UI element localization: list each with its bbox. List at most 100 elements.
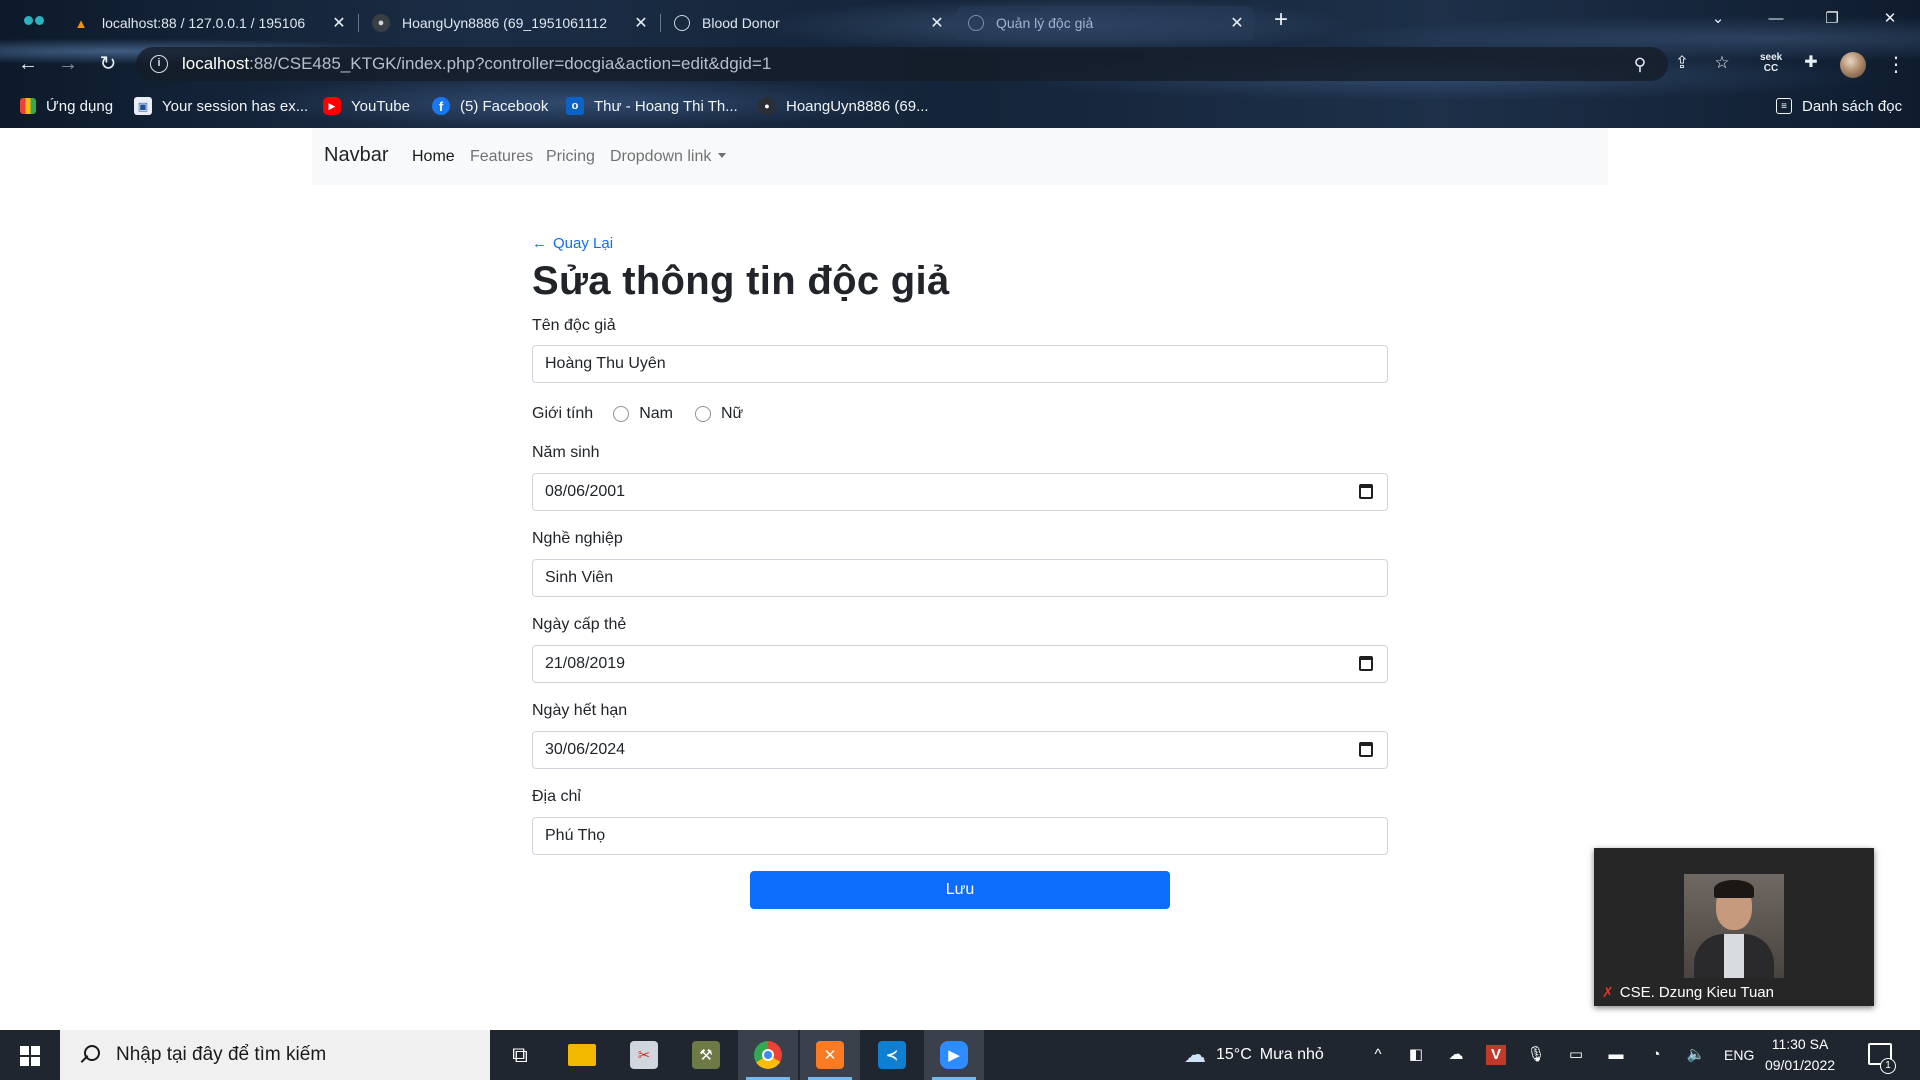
bookmark-github[interactable]: ● HoangUyn8886 (69...: [758, 92, 929, 120]
participant-video: [1684, 874, 1784, 978]
job-label: Nghề nghiệp: [532, 530, 623, 547]
bookmarks-bar: Ứng dụng ▣ Your session has ex... ▶ YouT…: [0, 92, 1920, 120]
back-button[interactable]: ←: [14, 50, 42, 78]
tab-blood-donor[interactable]: Blood Donor ✕: [662, 6, 954, 40]
nav-dropdown[interactable]: Dropdown link: [610, 148, 727, 166]
expiry-date-input[interactable]: 30/06/2024: [532, 731, 1388, 769]
nav-features[interactable]: Features: [470, 148, 533, 166]
url-host: localhost: [182, 54, 250, 73]
battery-icon[interactable]: ▬: [1606, 1045, 1626, 1065]
chevron-up-icon[interactable]: ^: [1368, 1045, 1388, 1065]
name-label: Tên độc giả: [532, 317, 616, 334]
language-indicator[interactable]: ENG: [1724, 1030, 1754, 1080]
url-path: :88/CSE485_KTGK/index.php?controller=doc…: [249, 54, 772, 73]
chrome-icon[interactable]: [738, 1030, 798, 1080]
navbar-brand[interactable]: Navbar: [324, 144, 388, 167]
gender-label: Giới tính: [532, 405, 594, 422]
bookmark-apps[interactable]: Ứng dụng: [20, 92, 113, 120]
navbar: Navbar Home Features Pricing Dropdown li…: [312, 128, 1608, 185]
site-info-icon[interactable]: i: [150, 55, 168, 73]
github-icon: ●: [372, 14, 390, 32]
system-clock[interactable]: 11:30 SA 09/01/2022: [1764, 1034, 1836, 1076]
arrow-left-icon: ←: [532, 235, 547, 252]
close-icon[interactable]: ✕: [330, 13, 348, 33]
onedrive-error-icon[interactable]: ☁: [1446, 1045, 1466, 1065]
issue-date-input[interactable]: 21/08/2019: [532, 645, 1388, 683]
meet-now-icon[interactable]: ◧: [1406, 1045, 1426, 1065]
name-input[interactable]: Hoàng Thu Uyên: [532, 345, 1388, 383]
bookmark-facebook[interactable]: f (5) Facebook: [432, 92, 548, 120]
job-input[interactable]: Sinh Viên: [532, 559, 1388, 597]
gender-female-label[interactable]: Nữ: [721, 405, 743, 423]
youtube-icon: ▶: [323, 97, 341, 115]
extensions-puzzle-icon[interactable]: ✚: [1800, 52, 1822, 74]
bookmark-outlook[interactable]: o Thư - Hoang Thi Th...: [566, 92, 738, 120]
restore-button[interactable]: ❐: [1812, 4, 1852, 34]
share-icon[interactable]: ⇪: [1672, 53, 1692, 73]
birth-date-input[interactable]: 08/06/2001: [532, 473, 1388, 511]
new-tab-button[interactable]: +: [1266, 6, 1296, 36]
vscode-icon[interactable]: ≺: [862, 1030, 922, 1080]
calendar-icon[interactable]: [1359, 742, 1373, 757]
tab-github[interactable]: ● HoangUyn8886 (69_1951061112 ✕: [360, 6, 658, 40]
outlook-icon: o: [566, 97, 584, 115]
start-button[interactable]: [0, 1030, 60, 1080]
gender-group: Giới tính Nam Nữ: [532, 402, 743, 426]
tools-icon[interactable]: ⚒: [676, 1030, 736, 1080]
tab-strip: ▲ localhost:88 / 127.0.0.1 / 195106 ✕ ● …: [0, 0, 1920, 40]
address-input[interactable]: Phú Thọ: [532, 817, 1388, 855]
tab-search-icon[interactable]: [22, 12, 48, 28]
file-explorer-icon[interactable]: [552, 1030, 612, 1080]
globe-icon: [674, 15, 690, 31]
tab-phpmyadmin[interactable]: ▲ localhost:88 / 127.0.0.1 / 195106 ✕: [60, 6, 356, 40]
profile-avatar[interactable]: [1840, 52, 1866, 78]
save-button[interactable]: Lưu: [750, 871, 1170, 909]
xampp-icon[interactable]: ✕: [800, 1030, 860, 1080]
gender-male-radio[interactable]: [613, 406, 630, 422]
minimize-button[interactable]: —: [1756, 4, 1796, 34]
tab-quan-ly-doc-gia[interactable]: Quản lý độc giả ✕: [956, 6, 1254, 40]
nav-pricing[interactable]: Pricing: [546, 148, 595, 166]
microphone-icon[interactable]: 🎙: [1526, 1045, 1546, 1065]
gender-female-radio[interactable]: [694, 406, 711, 422]
apps-grid-icon: [20, 98, 36, 114]
close-icon[interactable]: ✕: [632, 13, 650, 33]
zoom-icon[interactable]: ⚲: [1630, 55, 1650, 75]
participant-name: ✗ CSE. Dzung Kieu Tuan: [1602, 984, 1774, 1001]
vivaldi-icon[interactable]: V: [1486, 1045, 1506, 1065]
back-link[interactable]: ← Quay Lại: [532, 235, 613, 252]
video-call-tile[interactable]: ✗ CSE. Dzung Kieu Tuan: [1594, 848, 1874, 1006]
address-label: Địa chỉ: [532, 788, 581, 805]
bookmark-star-icon[interactable]: ☆: [1712, 53, 1732, 73]
browser-menu-icon[interactable]: ⋮: [1886, 50, 1906, 80]
snipping-tool-icon[interactable]: ✂: [614, 1030, 674, 1080]
search-icon: [78, 1043, 102, 1067]
nav-home[interactable]: Home: [412, 148, 455, 166]
close-icon[interactable]: ✕: [1228, 13, 1246, 33]
task-view-icon[interactable]: ⧉: [490, 1030, 550, 1080]
tab-search-chevron-icon[interactable]: ⌄: [1698, 4, 1738, 34]
zoom-app-icon[interactable]: ▶: [924, 1030, 984, 1080]
browser-chrome: ▲ localhost:88 / 127.0.0.1 / 195106 ✕ ● …: [0, 0, 1920, 128]
reload-button[interactable]: ↻: [94, 50, 122, 78]
volume-icon[interactable]: 🔈: [1686, 1045, 1706, 1065]
taskbar-search[interactable]: Nhập tại đây để tìm kiếm: [60, 1030, 490, 1080]
address-bar[interactable]: i localhost:88/CSE485_KTGK/index.php?con…: [136, 47, 1668, 81]
forward-button[interactable]: →: [54, 50, 82, 78]
close-icon[interactable]: ✕: [928, 13, 946, 33]
seek-extension-icon[interactable]: seek CC: [1760, 52, 1782, 74]
display-icon[interactable]: ▭: [1566, 1045, 1586, 1065]
cloud-rain-icon: ☁: [1184, 1042, 1206, 1067]
bookmark-youtube[interactable]: ▶ YouTube: [323, 92, 410, 120]
facebook-icon: f: [432, 97, 450, 115]
birth-label: Năm sinh: [532, 444, 600, 461]
reading-list[interactable]: ≡ Danh sách đọc: [1776, 92, 1902, 120]
window-close-button[interactable]: ✕: [1870, 4, 1910, 34]
calendar-icon[interactable]: [1359, 656, 1373, 671]
gender-male-label[interactable]: Nam: [639, 405, 673, 423]
calendar-icon[interactable]: [1359, 484, 1373, 499]
weather-widget[interactable]: ☁ 15°C Mưa nhỏ: [1184, 1030, 1324, 1080]
notification-count: 1: [1880, 1058, 1896, 1074]
bookmark-session[interactable]: ▣ Your session has ex...: [134, 92, 308, 120]
wifi-icon[interactable]: ◔: [1646, 1045, 1666, 1065]
